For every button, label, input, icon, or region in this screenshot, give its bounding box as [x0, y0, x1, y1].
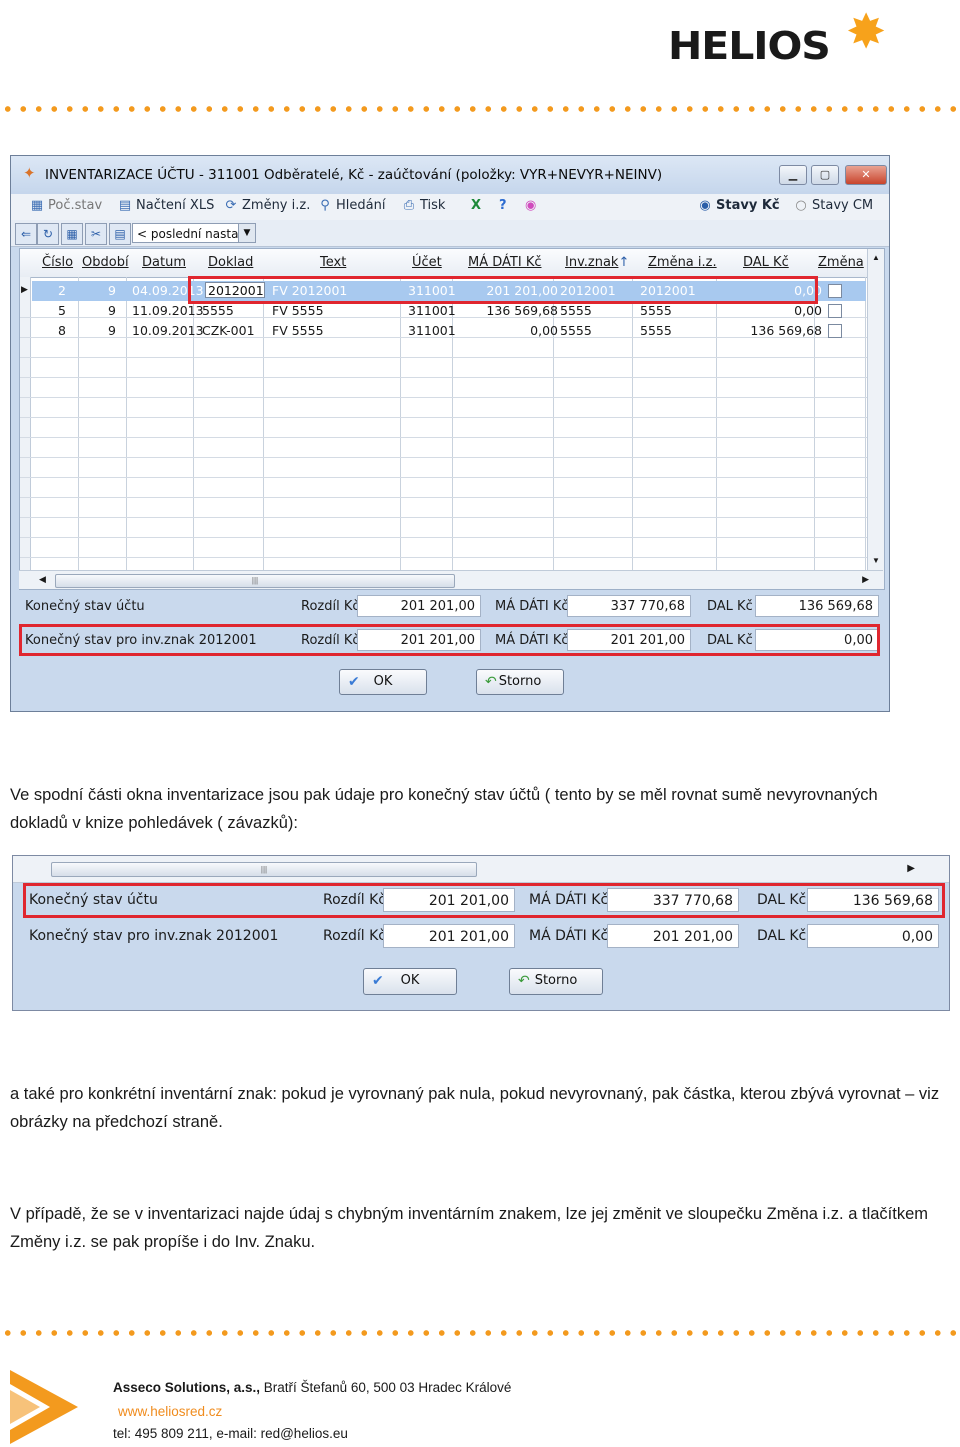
col-zmena-iz[interactable]: Změna i.z.: [648, 255, 717, 270]
toolbar: ▦ Poč.stav ▤ Načtení XLS ⟳ Změny i.z. ⚲ Hled…: [11, 194, 889, 221]
logo-text: HELIOS: [668, 24, 831, 68]
excel-icon[interactable]: X: [471, 198, 481, 213]
footer-address: Asseco Solutions, a.s., Bratří Štefanů 6…: [113, 1380, 512, 1395]
storno-button[interactable]: ↶ Storno: [509, 968, 603, 995]
poc-stav-button[interactable]: ▦ Poč.stav: [29, 198, 102, 213]
col-ma-dati[interactable]: MÁ DÁTI Kč: [468, 255, 542, 270]
printer-icon: ⎙: [403, 198, 415, 213]
horizontal-scrollbar[interactable]: ◀ ||| ▶: [19, 570, 883, 589]
radio-empty-icon: ○: [795, 198, 807, 213]
row-header: ▶: [20, 277, 31, 589]
scroll-right-icon[interactable]: ▶: [862, 574, 869, 585]
asseco-logo-icon: [10, 1370, 78, 1444]
check-icon: ✔: [372, 973, 384, 989]
grid-header: Číslo Období Datum Doklad Text Účet MÁ D…: [20, 249, 884, 278]
row-checkbox[interactable]: [828, 284, 842, 298]
current-row-icon: ▶: [21, 284, 28, 294]
row-checkbox[interactable]: [828, 324, 842, 338]
scroll-down-icon[interactable]: ▼: [868, 556, 884, 565]
nacteni-xls-button[interactable]: ▤ Načtení XLS: [117, 198, 214, 213]
help-icon[interactable]: ?: [499, 198, 507, 213]
chevron-down-icon: ▼: [238, 224, 255, 242]
undo-icon: ↶: [518, 973, 530, 989]
reload-icon[interactable]: ↻: [37, 223, 59, 245]
col-dal[interactable]: DAL Kč: [743, 255, 789, 270]
check-icon: ✔: [348, 674, 360, 690]
table-icon: ▤: [118, 198, 132, 213]
undo-icon: ↶: [485, 674, 497, 690]
vertical-scrollbar[interactable]: ▲ ▼: [867, 249, 884, 589]
title-bar: ✦ INVENTARIZACE ÚČTU - 311001 Odběratelé…: [11, 156, 889, 194]
highlight-summary: [23, 883, 945, 918]
paragraph-3: V případě, že se v inventarizaci najde ú…: [10, 1205, 929, 1251]
summary-row-account: Konečný stav účtu Rozdíl Kč 201 201,00 M…: [25, 594, 881, 620]
summary-row-inv-znak: Konečný stav pro inv.znak 2012001 Rozdíl…: [29, 923, 947, 951]
radio-checked-icon: ◉: [699, 198, 711, 213]
paragraph-1: Ve spodní části okna inventarizace jsou …: [10, 786, 878, 832]
back-icon[interactable]: ⇐: [15, 223, 37, 245]
doc-icon: ▦: [30, 198, 44, 213]
paragraph-2: a také pro konkrétní inventární znak: po…: [10, 1085, 940, 1131]
window-title: INVENTARIZACE ÚČTU - 311001 Odběratelé, …: [45, 167, 663, 183]
highlight-row: [188, 276, 818, 304]
col-inv-znak[interactable]: Inv.znak↑: [565, 255, 629, 270]
hledani-button[interactable]: ⚲ Hledání: [317, 198, 385, 213]
summary-screenshot: ||| ▶ Konečný stav účtu Rozdíl Kč 201 20…: [12, 855, 950, 1011]
scroll-thumb[interactable]: |||: [51, 862, 477, 877]
app-icon: ✦: [23, 164, 36, 182]
color-wheel-icon[interactable]: ◉: [525, 198, 536, 213]
dotted-divider-bottom: [0, 1329, 960, 1337]
grid-icon[interactable]: ▦: [61, 223, 83, 245]
minimize-button[interactable]: ▁: [779, 165, 807, 185]
refresh-icon: ⟳: [225, 198, 237, 213]
col-cislo[interactable]: Číslo: [42, 255, 73, 270]
search-icon: ⚲: [320, 198, 330, 213]
footer-contact: tel: 495 809 211, e-mail: red@helios.eu: [113, 1426, 348, 1441]
horizontal-scrollbar[interactable]: ||| ▶: [13, 856, 949, 883]
col-ucet[interactable]: Účet: [412, 255, 442, 270]
scroll-thumb[interactable]: |||: [55, 574, 455, 588]
rozdil-value: 201 201,00: [357, 595, 481, 617]
col-text[interactable]: Text: [320, 255, 346, 270]
helios-logo: HELIOS ✸: [668, 4, 898, 72]
col-doklad[interactable]: Doklad: [208, 255, 253, 270]
toolbar-secondary: ⇐ ↻ ▦ ✂ ▤ < poslední nastave ▼: [11, 220, 889, 247]
ma-dati-value: 337 770,68: [567, 595, 691, 617]
radio-stavy-kc[interactable]: ◉ Stavy Kč: [697, 198, 779, 213]
tisk-button[interactable]: ⎙ Tisk: [401, 198, 446, 213]
filter-icon[interactable]: ▤: [109, 223, 131, 245]
col-zmena[interactable]: Změna: [818, 255, 864, 270]
sort-up-icon: ↑: [618, 255, 630, 270]
close-button[interactable]: ✕: [845, 165, 887, 185]
ok-button[interactable]: ✔ OK: [363, 968, 457, 995]
star-icon: ✸: [846, 4, 887, 60]
tools-icon[interactable]: ✂: [85, 223, 107, 245]
highlight-summary: [19, 624, 880, 656]
col-obdobi[interactable]: Období: [82, 255, 129, 270]
scroll-up-icon[interactable]: ▲: [868, 253, 884, 262]
maximize-button[interactable]: ▢: [811, 165, 839, 185]
scroll-left-icon[interactable]: ◀: [39, 574, 46, 585]
footer-web-link[interactable]: www.heliosred.cz: [118, 1404, 222, 1419]
col-datum[interactable]: Datum: [142, 255, 186, 270]
dal-value: 136 569,68: [755, 595, 879, 617]
table-row[interactable]: 5 9 11.09.2013 5555 FV 5555 311001 136 5…: [32, 301, 866, 321]
scroll-right-icon[interactable]: ▶: [907, 863, 915, 874]
dotted-divider-top: [0, 105, 960, 113]
row-checkbox[interactable]: [828, 304, 842, 318]
view-select[interactable]: < poslední nastave ▼: [132, 223, 256, 243]
zmeny-iz-button[interactable]: ⟳ Změny i.z.: [223, 198, 311, 213]
table-row[interactable]: 8 9 10.09.2013 CZK-001 FV 5555 311001 0,…: [32, 321, 866, 341]
ok-button[interactable]: ✔ OK: [339, 669, 427, 695]
storno-button[interactable]: ↶ Storno: [476, 669, 564, 695]
radio-stavy-cm[interactable]: ○ Stavy CM: [793, 198, 873, 213]
